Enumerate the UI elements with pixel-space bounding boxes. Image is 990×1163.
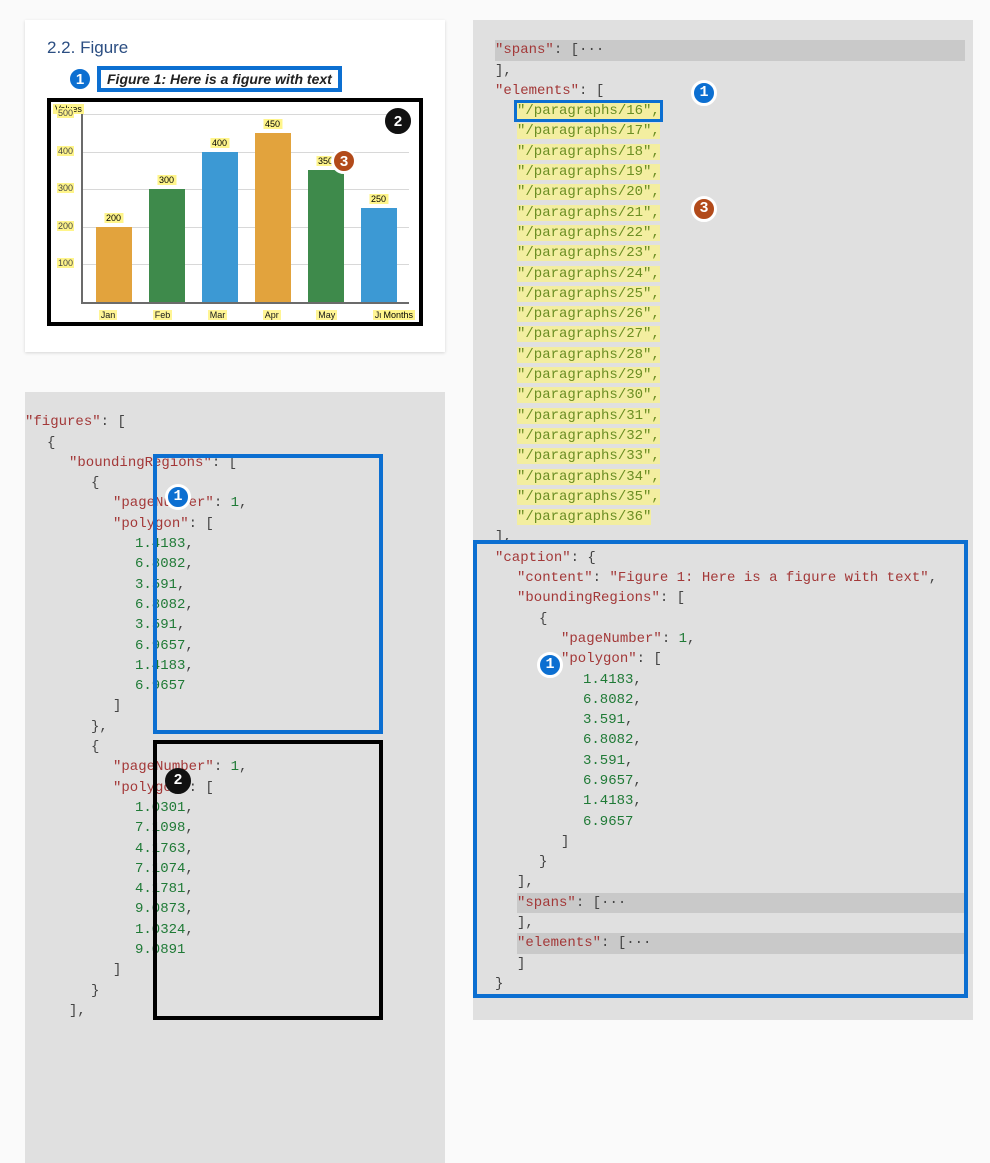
element-path: "/paragraphs/25", xyxy=(517,286,660,302)
chart-bar: 250 xyxy=(361,208,397,302)
chart-x-tick: Feb xyxy=(153,310,173,320)
chart-bar-value: 400 xyxy=(210,138,229,148)
chart-bar: 350 xyxy=(308,170,344,302)
bar-chart: 100200300400500 200300400450350250 xyxy=(81,114,409,304)
element-path: "/paragraphs/27", xyxy=(517,326,660,342)
element-path: "/paragraphs/23", xyxy=(517,245,660,261)
figure-caption-highlight: Figure 1: Here is a figure with text xyxy=(97,66,342,92)
chart-x-tick: Jan xyxy=(99,310,118,320)
annotation-badge-1-right-a: 1 xyxy=(691,80,717,106)
element-path: "/paragraphs/18", xyxy=(517,144,660,160)
element-path: "/paragraphs/31", xyxy=(517,408,660,424)
chart-y-tick: 500 xyxy=(57,108,74,118)
json-output-right: "spans": [··· ], "elements": [ "/paragra… xyxy=(473,20,973,1020)
element-path: "/paragraphs/32", xyxy=(517,428,660,444)
chart-bar-value: 250 xyxy=(369,194,388,204)
chart-bar: 400 xyxy=(202,152,238,302)
element-path: "/paragraphs/28", xyxy=(517,347,660,363)
element-path: "/paragraphs/29", xyxy=(517,367,660,383)
chart-bar: 300 xyxy=(149,189,185,302)
element-path: "/paragraphs/26", xyxy=(517,306,660,322)
chart-x-labels: JanFebMarAprMayJun xyxy=(81,310,409,320)
annotation-badge-3: 3 xyxy=(331,148,357,174)
chart-y-tick: 100 xyxy=(57,258,74,268)
chart-x-tick: May xyxy=(316,310,337,320)
chart-bar-value: 450 xyxy=(263,119,282,129)
doc-section-heading: 2.2. Figure xyxy=(47,38,423,58)
annotation-badge-1: 1 xyxy=(67,66,93,92)
element-path: "/paragraphs/33", xyxy=(517,448,660,464)
chart-bar-value: 300 xyxy=(157,175,176,185)
element-path: "/paragraphs/24", xyxy=(517,266,660,282)
element-path: "/paragraphs/21", xyxy=(517,205,660,221)
chart-y-tick: 400 xyxy=(57,146,74,156)
first-element-highlight: "/paragraphs/16", xyxy=(517,103,660,119)
annotation-badge-2: 2 xyxy=(385,108,411,134)
chart-x-tick: Mar xyxy=(208,310,228,320)
document-preview: 2.2. Figure 1 Figure 1: Here is a figure… xyxy=(25,20,445,352)
element-path: "/paragraphs/36" xyxy=(517,509,651,525)
element-path: "/paragraphs/19", xyxy=(517,164,660,180)
chart-x-axis-label: Months xyxy=(381,310,415,320)
caption-block-highlight xyxy=(473,540,968,998)
element-path: "/paragraphs/34", xyxy=(517,469,660,485)
chart-y-tick: 300 xyxy=(57,183,74,193)
element-path: "/paragraphs/35", xyxy=(517,489,660,505)
annotation-badge-1-right-b: 1 xyxy=(537,652,563,678)
figure-region-highlight: 2 3 Values 100200300400500 2003004004503… xyxy=(47,98,423,326)
chart-bar-value: 200 xyxy=(104,213,123,223)
chart-bar: 450 xyxy=(255,133,291,302)
chart-x-tick: Apr xyxy=(263,310,281,320)
annotation-badge-2-code: 2 xyxy=(165,768,191,794)
element-path: "/paragraphs/20", xyxy=(517,184,660,200)
element-path: "/paragraphs/22", xyxy=(517,225,660,241)
element-path: "/paragraphs/17", xyxy=(517,123,660,139)
json-output-left: "figures": [ { "boundingRegions": [ { "p… xyxy=(25,392,445,1163)
chart-bar: 200 xyxy=(96,227,132,302)
chart-y-tick: 200 xyxy=(57,221,74,231)
element-path: "/paragraphs/30", xyxy=(517,387,660,403)
annotation-badge-1-code: 1 xyxy=(165,484,191,510)
annotation-badge-3-right: 3 xyxy=(691,196,717,222)
